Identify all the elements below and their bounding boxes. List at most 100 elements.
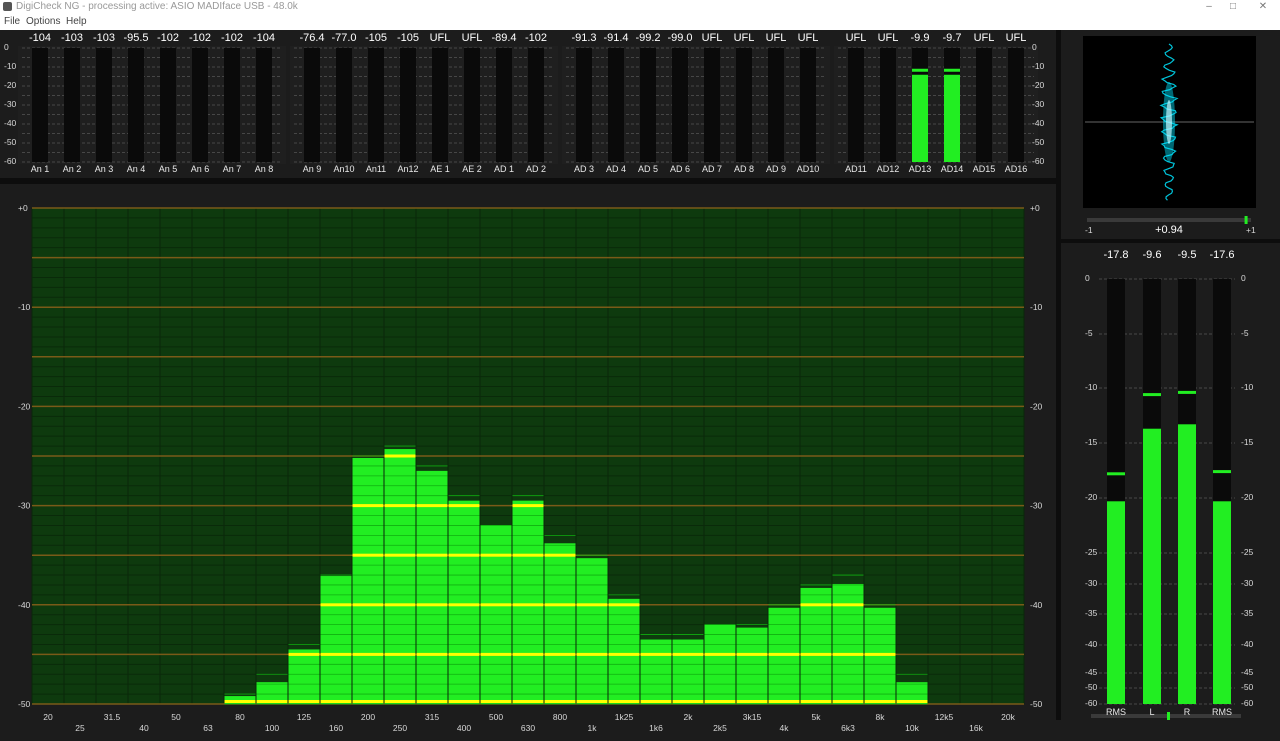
app-area: -104 An 1 -103 An 2 -103 An 3 -95.5 An 4 -102 An … (0, 30, 1280, 733)
channel-label: An 1 (30, 164, 50, 174)
spectrum-bar (832, 583, 864, 704)
spectrum-ytick-right: -10 (1030, 302, 1043, 312)
meter-bar-track (160, 48, 176, 162)
menu-bar: File Options Help (0, 14, 1280, 30)
menu-help[interactable]: Help (66, 16, 87, 27)
channel-readout: -102 (524, 32, 548, 44)
spectrum-floor-marker (544, 700, 576, 703)
channel-label: AE 1 (430, 164, 450, 174)
goniometer-panel: -1 +1 +0.94 (1061, 30, 1280, 239)
level-meter-bar (1107, 501, 1125, 704)
correlation-marker (1244, 216, 1248, 224)
spectrum-bar-marker (352, 553, 384, 557)
channel-readout: -9.9 (910, 32, 930, 44)
spectrum-xtick: 800 (553, 712, 567, 722)
channel-readout: UFL (701, 32, 723, 44)
spectrum-floor-marker (704, 700, 736, 703)
channel-readout: -104 (252, 32, 276, 44)
maximize-icon[interactable]: □ (1218, 0, 1248, 14)
level-scale-right: -20 (1241, 492, 1254, 502)
meter-scale-right: -30 (1032, 99, 1045, 109)
channel-label: AD 2 (525, 164, 547, 174)
channel-readout: -9.7 (942, 32, 962, 44)
channel-label: An 8 (254, 164, 274, 174)
spectrum-bar-marker (576, 603, 608, 607)
meter-bar-track (64, 48, 80, 162)
meter-bar-track (672, 48, 688, 162)
spectrum-bar-marker (384, 652, 416, 656)
channel-readout: -104 (28, 32, 52, 44)
channel-readout: UFL (461, 32, 483, 44)
spectrum-floor-marker (256, 700, 288, 703)
spectrum-bar-marker (416, 553, 448, 557)
spectrum-xtick: 25 (75, 723, 85, 733)
spectrum-xtick: 250 (393, 723, 407, 733)
channel-readout: -89.4 (491, 32, 517, 44)
spectrum-xtick: 160 (329, 723, 343, 733)
spectrum-bar-marker (352, 504, 384, 508)
spectrum-bar-marker (800, 652, 832, 656)
meter-scale-left: 0 (4, 42, 9, 52)
meter-bar-track (256, 48, 272, 162)
spectrum-xtick: 3k15 (743, 712, 762, 722)
level-scale-right: -10 (1241, 382, 1254, 392)
channel-readout: UFL (797, 32, 819, 44)
meter-bar-track (192, 48, 208, 162)
spectrum-xtick: 1k25 (615, 712, 634, 722)
spectrum-ytick-left: -40 (18, 600, 31, 610)
window-title: DigiCheck NG - processing active: ASIO M… (16, 1, 298, 12)
menu-file[interactable]: File (4, 16, 20, 27)
level-scale-left: -15 (1085, 437, 1098, 447)
channel-label: An 5 (158, 164, 178, 174)
spectrum-bar-marker (544, 553, 576, 557)
spectrum-bar-marker (384, 504, 416, 508)
spectrum-xtick: 8k (876, 712, 886, 722)
spectrum-xtick: 80 (235, 712, 245, 722)
spectrum-svg: +0 +0 -10 -10 -20 -20 -30 -30 -40 -40 -50 -50 20 25 31… (18, 203, 1043, 733)
spectrum-bar-marker (416, 504, 448, 508)
level-scale-right: -60 (1241, 698, 1254, 708)
channel-readout: UFL (845, 32, 867, 44)
level-label: RMS (1212, 707, 1232, 717)
spectrum-bar-marker (608, 603, 640, 607)
meter-bar-track (528, 48, 544, 162)
level-scale-right: -30 (1241, 578, 1254, 588)
meter-bar-track (336, 48, 352, 162)
spectrum-bar (352, 457, 384, 704)
channel-readout: UFL (1005, 32, 1027, 44)
channel-label: AD 9 (765, 164, 787, 174)
spectrum-floor-marker (672, 700, 704, 703)
menu-options[interactable]: Options (26, 16, 60, 27)
meter-scale-left: -60 (4, 156, 17, 166)
spectrum-bar-marker (448, 652, 480, 656)
spectrum-floor-marker (288, 700, 320, 703)
channel-readout: UFL (765, 32, 787, 44)
level-scale-left: -5 (1085, 328, 1093, 338)
meter-bar-track (704, 48, 720, 162)
channel-readout: -91.4 (603, 32, 629, 44)
spectrum-xtick: 630 (521, 723, 535, 733)
spectrum-floor-marker (608, 700, 640, 703)
level-scale-left: -35 (1085, 608, 1098, 618)
channel-readout: UFL (973, 32, 995, 44)
spectrum-ytick-left: -20 (18, 401, 31, 411)
meter-bar-track (96, 48, 112, 162)
spectrum-bar-marker (448, 504, 480, 508)
meter-bar-track (32, 48, 48, 162)
level-meters-panel: -17.8 RMS -9.6 L -9.5 R -17.6 RMS 0 0 -5 -5 -10 -10 -1… (1061, 243, 1280, 720)
meter-bar-track (400, 48, 416, 162)
spectrum-bar-marker (448, 603, 480, 607)
spectrum-xtick: 200 (361, 712, 375, 722)
goniometer-center (1166, 100, 1172, 144)
level-scale-right: -45 (1241, 667, 1254, 677)
meter-bar-track (464, 48, 480, 162)
level-label: R (1183, 707, 1191, 717)
spectrum-xtick: 100 (265, 723, 279, 733)
correlation-track (1087, 218, 1251, 222)
spectrum-bar-marker (384, 454, 416, 458)
spectrum-bar-marker (640, 652, 672, 656)
meter-scale-right: -60 (1032, 156, 1045, 166)
spectrum-ytick-right: -20 (1030, 401, 1043, 411)
close-icon[interactable]: ✕ (1248, 0, 1278, 14)
channel-meters-svg (18, 46, 1038, 164)
